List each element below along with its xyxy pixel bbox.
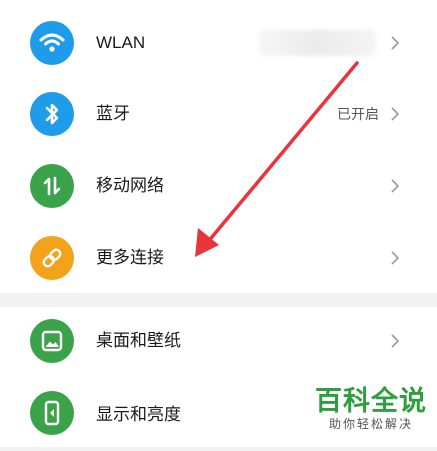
settings-row-label: 显示和亮度 <box>96 405 181 424</box>
wifi-icon <box>30 21 74 65</box>
bluetooth-status: 已开启 <box>337 106 379 122</box>
redacted-network-name <box>258 30 376 56</box>
link-icon <box>30 236 74 280</box>
settings-row-label: 移动网络 <box>96 176 164 195</box>
chevron-right-icon <box>391 179 400 193</box>
wallpaper-icon <box>30 319 74 363</box>
settings-row-mobile-network[interactable]: 移动网络 <box>0 150 437 222</box>
chevron-right-icon <box>391 334 400 348</box>
settings-row-label: 桌面和壁纸 <box>96 331 181 350</box>
chevron-right-icon <box>391 251 400 265</box>
watermark-logo: 百科全说 助你轻松解决 <box>315 386 427 431</box>
settings-row-wlan[interactable]: WLAN <box>0 7 437 79</box>
settings-row-label: WLAN <box>96 33 146 52</box>
display-icon <box>30 391 74 435</box>
settings-row-wallpaper[interactable]: 桌面和壁纸 <box>0 307 437 379</box>
settings-row-bluetooth[interactable]: 蓝牙 已开启 <box>0 78 437 150</box>
watermark-subtitle: 助你轻松解决 <box>328 417 413 431</box>
chevron-right-icon <box>391 107 400 121</box>
chevron-right-icon <box>391 36 400 50</box>
settings-row-label: 更多连接 <box>96 248 164 267</box>
bluetooth-icon <box>30 92 74 136</box>
watermark-title: 百科全说 <box>315 386 427 416</box>
settings-row-label: 蓝牙 <box>96 104 130 123</box>
settings-row-more-connections[interactable]: 更多连接 <box>0 222 437 294</box>
connectivity-group: WLAN 蓝牙 已开启 移动网络 更多连接 <box>0 0 437 293</box>
mobile-network-icon <box>30 164 74 208</box>
